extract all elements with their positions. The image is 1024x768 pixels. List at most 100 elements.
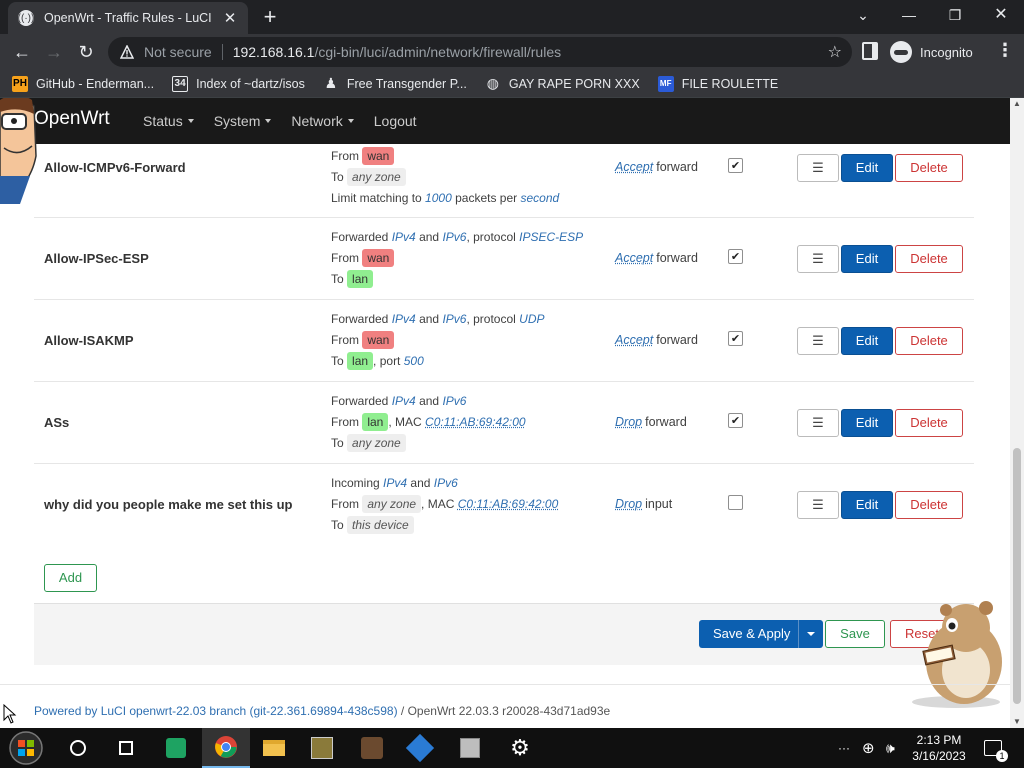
forward-arrow-icon[interactable]: → <box>42 40 66 64</box>
action-target: input <box>645 497 673 511</box>
rule-action: Drop forward <box>615 415 687 429</box>
sheets-app-icon[interactable] <box>152 728 200 768</box>
rule-enable-checkbox[interactable]: ✔ <box>728 413 743 428</box>
scrollbar-thumb[interactable] <box>1013 448 1021 704</box>
action-target: forward <box>656 251 698 265</box>
edit-button[interactable]: Edit <box>841 327 893 355</box>
reload-icon[interactable]: ↻ <box>74 40 98 64</box>
network-globe-icon[interactable]: ⊕ <box>862 728 875 768</box>
tab-title: OpenWrt - Traffic Rules - LuCI <box>44 11 212 25</box>
volume-icon[interactable]: 🕪 <box>886 728 895 768</box>
close-tab-icon[interactable]: ✕ <box>222 9 238 27</box>
menu-network[interactable]: Network <box>291 113 354 129</box>
start-button[interactable] <box>2 728 50 768</box>
address-bar[interactable]: Not secure 192.168.16.1/cgi-bin/luci/adm… <box>108 37 852 67</box>
windows-logo-icon <box>9 731 43 765</box>
browser-tab-active[interactable]: ((·)) OpenWrt - Traffic Rules - LuCI ✕ <box>8 2 248 34</box>
chevron-down-icon <box>187 119 194 123</box>
family-ipv6: IPv6 <box>442 230 467 244</box>
settings-gear-icon[interactable]: ⚙ <box>496 728 544 768</box>
bookmark-star-icon[interactable]: ☆ <box>828 42 842 62</box>
tray-overflow-icon[interactable]: ··· <box>838 728 850 768</box>
edit-button[interactable]: Edit <box>841 491 893 519</box>
table-row: ASs Forwarded IPv4 and IPv6 From lan, MA… <box>34 382 974 464</box>
delete-button[interactable]: Delete <box>895 245 963 273</box>
bookmark-label: GAY RAPE PORN XXX <box>508 76 640 91</box>
drag-handle-button[interactable]: ☰ <box>797 409 839 437</box>
search-circle-icon[interactable] <box>54 728 102 768</box>
game-app-icon[interactable] <box>298 728 346 768</box>
menu-label: System <box>213 113 261 129</box>
bookmark-label: Free Transgender P... <box>346 76 467 91</box>
tab-search-chevron-icon[interactable]: ⌄ <box>840 0 886 30</box>
add-rule-button[interactable]: Add <box>44 564 97 592</box>
desc-text: packets per <box>455 191 518 205</box>
action-target: forward <box>656 160 698 174</box>
rule-enable-checkbox[interactable]: ✔ <box>728 331 743 346</box>
action-verb: Accept <box>615 160 654 174</box>
openwrt-version: / OpenWrt 22.03.3 r20028-43d71ad93e <box>400 704 611 718</box>
side-panel-icon[interactable] <box>862 42 878 60</box>
warning-triangle-icon[interactable] <box>120 45 134 59</box>
rule-enable-checkbox[interactable]: ✔ <box>728 249 743 264</box>
limit-unit: second <box>520 191 560 205</box>
delete-button[interactable]: Delete <box>895 327 963 355</box>
drag-handle-button[interactable]: ☰ <box>797 245 839 273</box>
bookmark-item[interactable]: PH GitHub - Enderman... <box>12 75 154 92</box>
incognito-profile-button[interactable]: Incognito <box>890 39 986 65</box>
back-arrow-icon[interactable]: ← <box>10 40 34 64</box>
menu-status[interactable]: Status <box>143 113 194 129</box>
drag-handle-button[interactable]: ☰ <box>797 327 839 355</box>
desc-text: , MAC <box>388 415 422 429</box>
luci-version-link[interactable]: Powered by LuCI openwrt-22.03 branch (gi… <box>34 704 398 718</box>
scroll-down-arrow-icon[interactable]: ▼ <box>1010 716 1024 728</box>
rule-enable-checkbox[interactable]: ✔ <box>728 158 743 173</box>
family-ipv6: IPv6 <box>433 476 458 490</box>
file-explorer-icon[interactable] <box>250 728 298 768</box>
menu-logout[interactable]: Logout <box>374 113 417 129</box>
delete-button[interactable]: Delete <box>895 409 963 437</box>
new-tab-button[interactable]: + <box>258 4 282 30</box>
bookmark-item[interactable]: ♟ Free Transgender P... <box>323 75 467 92</box>
scroll-up-arrow-icon[interactable]: ▲ <box>1010 98 1024 110</box>
luci-brand[interactable]: OpenWrt <box>34 108 110 130</box>
media-app-icon[interactable] <box>348 728 396 768</box>
save-button[interactable]: Save <box>825 620 885 648</box>
desc-text: , protocol <box>466 312 516 326</box>
windows-taskbar: ⚙ ··· ⊕ 🕪 2:13 PM 3/16/2023 1 <box>0 728 1024 768</box>
desc-text: , MAC <box>421 497 455 511</box>
restore-button[interactable]: ❐ <box>932 0 978 30</box>
browser-menu-icon[interactable]: ⋮ <box>996 40 1014 61</box>
drag-handle-button[interactable]: ☰ <box>797 491 839 519</box>
edit-button[interactable]: Edit <box>841 245 893 273</box>
rule-match-description: From wan To any zone Limit matching to 1… <box>331 146 559 209</box>
menu-system[interactable]: System <box>214 113 272 129</box>
taskbar-clock[interactable]: 2:13 PM 3/16/2023 <box>906 732 972 764</box>
bookmark-item[interactable]: ◍ GAY RAPE PORN XXX <box>485 75 640 92</box>
desc-text: To <box>331 436 344 450</box>
footer-divider <box>0 684 1010 685</box>
page-scrollbar[interactable]: ▲ ▼ <box>1010 98 1024 728</box>
chrome-app-icon[interactable] <box>202 728 250 768</box>
edit-button[interactable]: Edit <box>841 409 893 437</box>
delete-button[interactable]: Delete <box>895 491 963 519</box>
edit-button[interactable]: Edit <box>841 154 893 182</box>
rule-enable-checkbox[interactable] <box>728 495 743 510</box>
bookmark-item[interactable]: MF FILE ROULETTE <box>657 75 778 92</box>
window-close-button[interactable]: ✕ <box>978 0 1024 30</box>
zone-badge-wan: wan <box>362 331 395 349</box>
network-app-icon[interactable] <box>396 728 444 768</box>
task-view-icon[interactable] <box>102 728 150 768</box>
save-apply-dropdown-icon[interactable] <box>798 620 823 648</box>
desc-text: Forwarded <box>331 312 389 326</box>
delete-button[interactable]: Delete <box>895 154 963 182</box>
minimize-button[interactable]: — <box>886 0 932 30</box>
form-actions-bar: Save & Apply Save Reset <box>34 603 974 665</box>
notification-center-icon[interactable]: 1 <box>984 728 1008 768</box>
rule-name: Allow-ISAKMP <box>44 333 134 348</box>
bookmark-item[interactable]: 34 Index of ~dartz/isos <box>172 75 305 92</box>
incognito-icon <box>890 41 912 63</box>
installer-app-icon[interactable] <box>446 728 494 768</box>
pawn-icon: ♟ <box>324 75 338 91</box>
drag-handle-button[interactable]: ☰ <box>797 154 839 182</box>
